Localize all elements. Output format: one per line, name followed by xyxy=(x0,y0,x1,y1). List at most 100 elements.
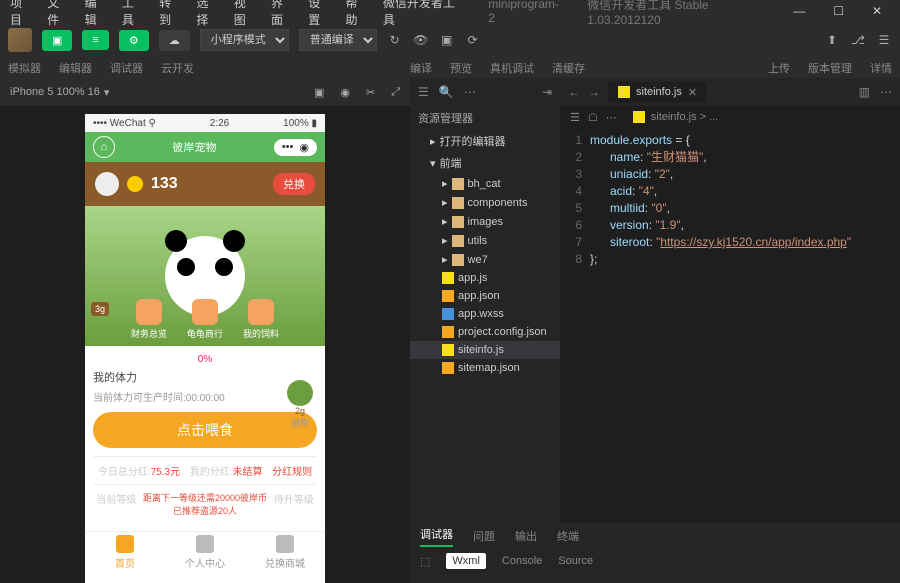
menu-view[interactable]: 视图 xyxy=(228,0,263,30)
chevron-down-icon[interactable]: ▾ xyxy=(104,86,110,99)
bookmark-icon[interactable]: ☖ xyxy=(588,111,598,124)
version-icon[interactable]: ⎇ xyxy=(850,32,866,48)
remote-debug-icon[interactable]: ▣ xyxy=(439,32,455,48)
prev-icon[interactable]: ← xyxy=(568,85,580,99)
dbg-tab-output[interactable]: 输出 xyxy=(515,528,537,544)
menu-edit[interactable]: 编辑 xyxy=(79,0,114,30)
dbg-tab-problems[interactable]: 问题 xyxy=(473,528,495,544)
subtab-cloud[interactable]: 云开发 xyxy=(161,60,194,76)
more-icon[interactable]: ⋯ xyxy=(464,85,476,99)
search-icon[interactable]: 🔍 xyxy=(439,85,454,99)
menu-ui[interactable]: 界面 xyxy=(265,0,300,30)
more-crumb-icon[interactable]: ⋯ xyxy=(606,111,617,124)
food-label: 遛狗 xyxy=(287,416,313,429)
folder-images[interactable]: ▸ images xyxy=(410,212,560,231)
file-sitemap-json[interactable]: sitemap.json xyxy=(410,359,560,377)
subtab-details[interactable]: 详情 xyxy=(870,60,892,76)
file-app-wxss[interactable]: app.wxss xyxy=(410,305,560,323)
root-folder[interactable]: ▾ 前端 xyxy=(410,152,560,174)
carrier-label: •••• WeChat ⚲ xyxy=(93,118,156,129)
file-app-json[interactable]: app.json xyxy=(410,287,560,305)
rotate-icon[interactable]: ▣ xyxy=(314,86,324,99)
window-title: 微信开发者工具 Stable 1.03.2012120 xyxy=(581,0,785,29)
explorer-menu-icon[interactable]: ☰ xyxy=(418,85,429,99)
clear-cache-icon[interactable]: ⟳ xyxy=(465,32,481,48)
simulator-toggle[interactable]: ▣ xyxy=(42,30,72,51)
close-tab-icon[interactable]: ✕ xyxy=(688,86,697,99)
cut-icon[interactable]: ✂ xyxy=(366,86,375,99)
next-icon[interactable]: → xyxy=(588,85,600,99)
dbg-sub-wxml[interactable]: Wxml xyxy=(446,553,486,569)
phone-frame: •••• WeChat ⚲ 2:26 100% ▮ ⌂ 彼岸宠物 •••◉ 13… xyxy=(85,114,325,583)
menu-help[interactable]: 帮助 xyxy=(340,0,375,30)
tab-mall[interactable]: 兑换商城 xyxy=(245,532,325,573)
home-icon[interactable]: ⌂ xyxy=(93,136,115,158)
subtab-compile[interactable]: 编译 xyxy=(410,60,432,76)
mode-select[interactable]: 小程序模式 xyxy=(200,29,289,51)
subtab-upload[interactable]: 上传 xyxy=(768,60,790,76)
subtab-debugger[interactable]: 调试器 xyxy=(110,60,143,76)
subtab-version[interactable]: 版本管理 xyxy=(808,60,852,76)
tab-profile[interactable]: 个人中心 xyxy=(165,532,245,573)
close-icon[interactable]: ✕ xyxy=(866,2,888,20)
tab-home[interactable]: 首页 xyxy=(85,532,165,573)
inspect-icon[interactable]: ⬚ xyxy=(420,555,430,568)
dbg-sub-console[interactable]: Console xyxy=(502,555,542,567)
split-icon[interactable]: ▥ xyxy=(859,85,870,99)
menu-file[interactable]: 文件 xyxy=(41,0,76,30)
feed-button[interactable]: 我的饲料 xyxy=(243,299,279,340)
menu-select[interactable]: 选择 xyxy=(190,0,225,30)
debugger-toggle[interactable]: ⚙ xyxy=(119,30,149,51)
file-project-config[interactable]: project.config.json xyxy=(410,323,560,341)
folder-components[interactable]: ▸ components xyxy=(410,193,560,212)
file-siteinfo-js[interactable]: siteinfo.js xyxy=(410,341,560,359)
shop-button[interactable]: 龟龟商行 xyxy=(187,299,223,340)
preview-icon[interactable]: 👁 xyxy=(413,32,429,48)
open-editors-section[interactable]: ▸ 打开的编辑器 xyxy=(410,130,560,152)
menu-settings[interactable]: 设置 xyxy=(302,0,337,30)
upload-icon[interactable]: ⬆ xyxy=(824,32,840,48)
cloud-toggle[interactable]: ☁ xyxy=(159,30,190,51)
maximize-icon[interactable]: ☐ xyxy=(827,2,850,20)
subtab-preview[interactable]: 预览 xyxy=(450,60,472,76)
finance-button[interactable]: 财务总览 xyxy=(131,299,167,340)
minimize-icon[interactable]: ― xyxy=(787,2,811,20)
record-icon[interactable]: ◉ xyxy=(340,86,350,99)
breadcrumb[interactable]: siteinfo.js > ... xyxy=(651,111,719,123)
subtab-simulator[interactable]: 模拟器 xyxy=(8,60,41,76)
dbg-tab-terminal[interactable]: 终端 xyxy=(557,528,579,544)
menu-project[interactable]: 项目 xyxy=(4,0,39,30)
folder-utils[interactable]: ▸ utils xyxy=(410,231,560,250)
menu-goto[interactable]: 转到 xyxy=(153,0,188,30)
details-icon[interactable]: ☰ xyxy=(876,32,892,48)
user-avatar[interactable] xyxy=(8,28,32,52)
dbg-sub-source[interactable]: Source xyxy=(558,555,593,567)
menu-wechat-devtools[interactable]: 微信开发者工具 xyxy=(377,0,470,30)
exchange-button[interactable]: 兑换 xyxy=(273,173,315,195)
coin-icon xyxy=(127,176,143,192)
sub-toolbar: 模拟器 编辑器 调试器 云开发 编译 预览 真机调试 清缓存 上传 版本管理 详… xyxy=(0,58,900,78)
compile-select[interactable]: 普通编译 xyxy=(299,29,377,51)
list-icon[interactable]: ☰ xyxy=(570,111,580,124)
next-level: 待升等级 xyxy=(274,491,314,517)
rules-link[interactable]: 分红规则 xyxy=(272,463,312,478)
editor-toggle[interactable]: ≡ xyxy=(82,30,108,50)
code-editor[interactable]: 1module.exports = { 2name: "生财猫猫", 3unia… xyxy=(560,128,900,583)
subtab-editor[interactable]: 编辑器 xyxy=(59,60,92,76)
file-app-js[interactable]: app.js xyxy=(410,269,560,287)
capsule-button[interactable]: •••◉ xyxy=(274,139,317,156)
menu-tools[interactable]: 工具 xyxy=(116,0,151,30)
editor-tab-siteinfo[interactable]: siteinfo.js ✕ xyxy=(608,82,707,103)
device-label[interactable]: iPhone 5 100% 16 xyxy=(10,86,100,98)
more-editor-icon[interactable]: ⋯ xyxy=(880,85,892,99)
dbg-tab-debugger[interactable]: 调试器 xyxy=(420,526,453,547)
subtab-cache[interactable]: 清缓存 xyxy=(552,60,585,76)
user-avatar-small[interactable] xyxy=(95,172,119,196)
subtab-remote[interactable]: 真机调试 xyxy=(490,60,534,76)
folder-bh-cat[interactable]: ▸ bh_cat xyxy=(410,174,560,193)
expand-icon[interactable]: ⤢ xyxy=(391,86,400,99)
folder-we7[interactable]: ▸ we7 xyxy=(410,250,560,269)
collapse-icon[interactable]: ⇥ xyxy=(542,85,552,99)
feed-main-button[interactable]: 点击喂食 xyxy=(93,412,317,448)
compile-icon[interactable]: ↻ xyxy=(387,32,403,48)
